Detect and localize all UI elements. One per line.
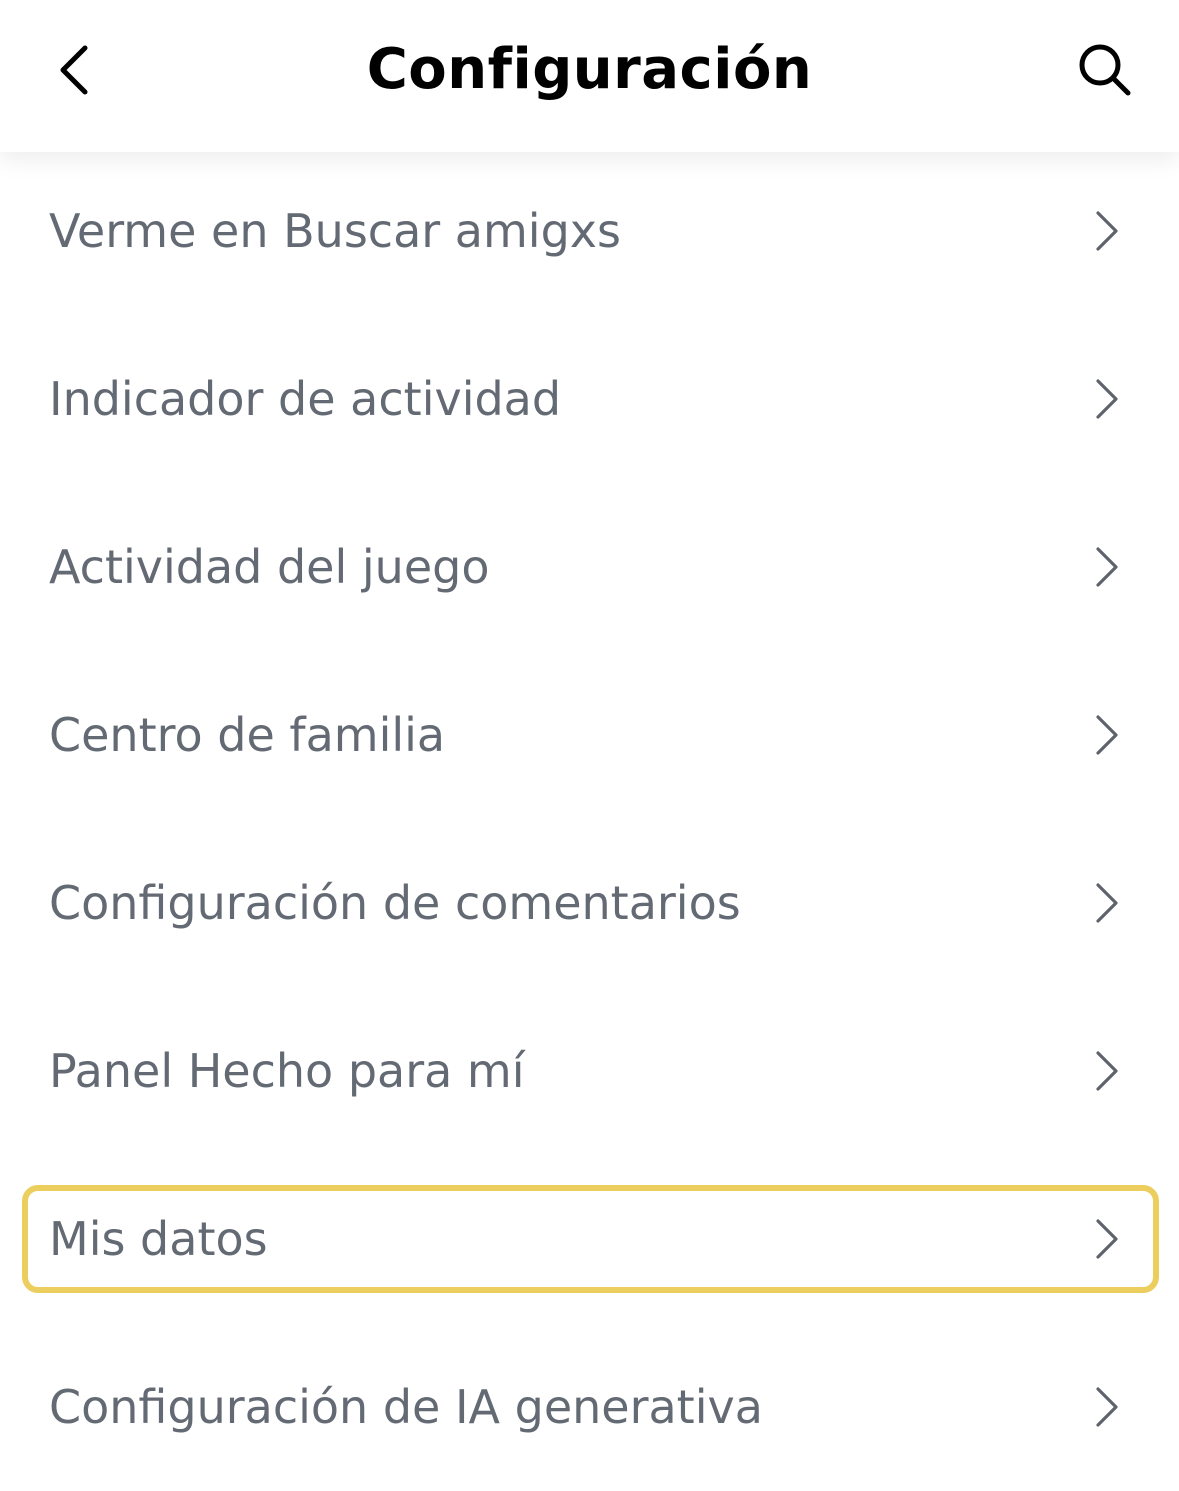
settings-item-label: Mis datos [49, 1212, 268, 1266]
settings-item-verme-en-buscar-amigxs[interactable]: Verme en Buscar amigxs [0, 147, 1179, 315]
settings-item-mis-datos[interactable]: Mis datos [0, 1155, 1179, 1323]
chevron-right-icon [1096, 1387, 1118, 1427]
chevron-right-icon [1096, 547, 1118, 587]
chevron-right-icon [1096, 1219, 1118, 1259]
settings-item-label: Panel Hecho para mí [49, 1044, 525, 1098]
settings-item-label: Configuración de IA generativa [49, 1380, 763, 1434]
settings-item-configuracion-de-ia-generativa[interactable]: Configuración de IA generativa [0, 1323, 1179, 1491]
settings-list: Verme en Buscar amigxs Indicador de acti… [0, 147, 1179, 1491]
chevron-right-icon [1096, 211, 1118, 251]
settings-item-label: Indicador de actividad [49, 372, 562, 426]
settings-item-configuracion-de-comentarios[interactable]: Configuración de comentarios [0, 819, 1179, 987]
settings-item-centro-de-familia[interactable]: Centro de familia [0, 651, 1179, 819]
settings-item-label: Actividad del juego [49, 540, 490, 594]
chevron-right-icon [1096, 1051, 1118, 1091]
chevron-right-icon [1096, 379, 1118, 419]
settings-item-label: Centro de familia [49, 708, 446, 762]
top-bar: Configuración [0, 0, 1179, 152]
search-icon [1079, 44, 1131, 96]
settings-item-actividad-del-juego[interactable]: Actividad del juego [0, 483, 1179, 651]
chevron-right-icon [1096, 883, 1118, 923]
chevron-right-icon [1096, 715, 1118, 755]
settings-item-label: Configuración de comentarios [49, 876, 741, 930]
search-button[interactable] [1065, 30, 1145, 110]
page-title: Configuración [366, 37, 813, 102]
settings-item-indicador-de-actividad[interactable]: Indicador de actividad [0, 315, 1179, 483]
settings-item-label: Verme en Buscar amigxs [49, 204, 621, 258]
settings-item-panel-hecho-para-mi[interactable]: Panel Hecho para mí [0, 987, 1179, 1155]
